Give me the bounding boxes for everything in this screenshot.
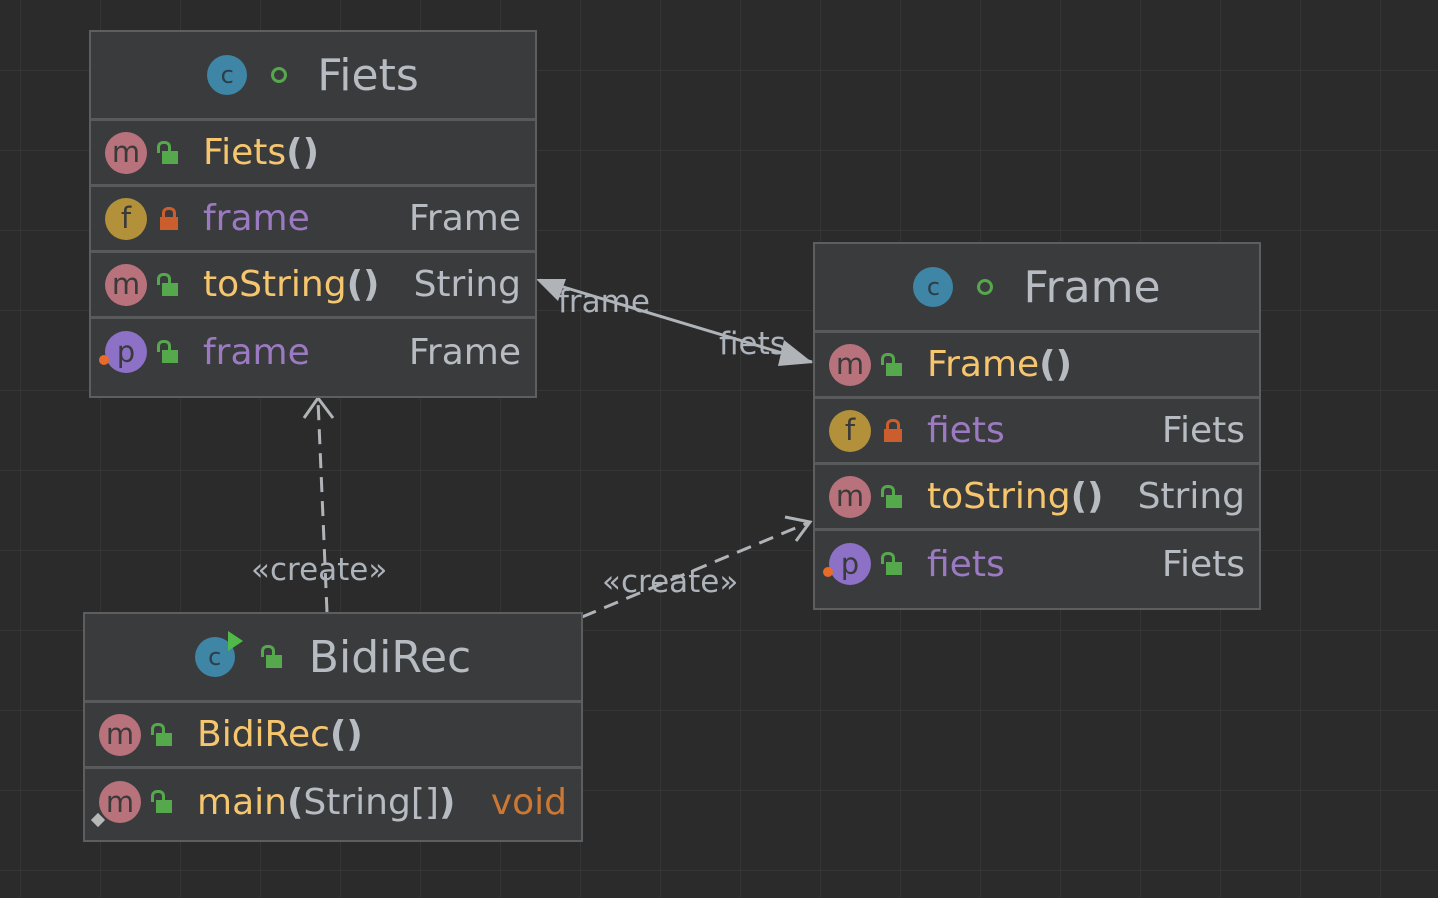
- member-type: void: [490, 781, 567, 823]
- runnable-class-icon: c: [194, 631, 243, 677]
- member-row-static-method[interactable]: m main(String[]) void: [85, 769, 581, 835]
- method-icon: m: [99, 713, 141, 756]
- public-lock-icon: [149, 788, 177, 816]
- class-header: c Frame: [815, 244, 1259, 333]
- association-arrowhead-fiets: [536, 279, 566, 301]
- create-edge-bidirec-fiets[interactable]: [316, 399, 329, 613]
- member-type: String: [1137, 476, 1245, 517]
- member-name: toString(): [203, 264, 380, 305]
- create-edge-bidirec-frame[interactable]: [581, 520, 811, 619]
- class-name: BidiRec: [308, 631, 472, 683]
- method-icon: m: [105, 263, 147, 306]
- run-triangle-icon: [227, 631, 243, 651]
- member-name: main(String[]): [197, 781, 456, 823]
- private-lock-icon: [879, 417, 907, 445]
- property-icon: p: [823, 543, 871, 585]
- public-lock-icon: [259, 643, 287, 671]
- property-dot-icon: [99, 355, 109, 365]
- package-visibility-icon: [977, 279, 994, 295]
- field-icon: f: [105, 197, 147, 240]
- member-name: fiets: [927, 543, 1005, 585]
- member-row-property[interactable]: p fiets Fiets: [815, 531, 1259, 597]
- static-marker-icon: [90, 812, 106, 828]
- member-name: Fiets(): [203, 132, 320, 173]
- public-lock-icon: [155, 139, 183, 167]
- create-label-frame: «create»: [602, 564, 738, 600]
- class-node-frame[interactable]: c Frame m Frame() f fiets Fiets m toStri…: [813, 242, 1261, 610]
- public-lock-icon: [879, 351, 907, 379]
- association-arrowhead-frame: [778, 340, 813, 366]
- member-row-method[interactable]: m toString() String: [91, 253, 535, 319]
- public-lock-icon: [155, 271, 183, 299]
- member-type: Fiets: [1161, 543, 1245, 585]
- method-icon: m: [90, 781, 141, 828]
- property-dot-icon: [823, 567, 833, 577]
- member-row-field[interactable]: f fiets Fiets: [815, 399, 1259, 465]
- member-row-method[interactable]: m toString() String: [815, 465, 1259, 531]
- public-lock-icon: [879, 483, 907, 511]
- class-header: c Fiets: [91, 32, 535, 121]
- public-lock-icon: [879, 550, 907, 578]
- member-name: frame: [203, 331, 310, 373]
- member-row-constructor[interactable]: m BidiRec(): [85, 703, 581, 769]
- class-icon: c: [913, 267, 954, 307]
- member-name: frame: [203, 198, 310, 239]
- property-icon: p: [99, 331, 147, 373]
- create-arrowhead-frame: [784, 515, 813, 542]
- public-lock-icon: [155, 338, 183, 366]
- class-icon: c: [207, 55, 248, 95]
- member-row-constructor[interactable]: m Fiets(): [91, 121, 535, 187]
- package-visibility-icon: [271, 67, 288, 83]
- member-type: Frame: [408, 198, 521, 239]
- association-label-fiets: fiets: [719, 326, 786, 362]
- member-name: Frame(): [927, 344, 1073, 385]
- member-name: toString(): [927, 476, 1104, 517]
- association-label-frame: frame: [558, 284, 650, 320]
- class-name: Frame: [1023, 261, 1161, 313]
- member-row-constructor[interactable]: m Frame(): [815, 333, 1259, 399]
- class-name: Fiets: [317, 49, 419, 101]
- private-lock-icon: [155, 205, 183, 233]
- member-type: String: [413, 264, 521, 305]
- association-edge[interactable]: [539, 278, 813, 364]
- member-type: Fiets: [1161, 410, 1245, 451]
- class-node-fiets[interactable]: c Fiets m Fiets() f frame Frame m toStri…: [89, 30, 537, 398]
- member-name: BidiRec(): [197, 714, 363, 755]
- create-label-fiets: «create»: [251, 552, 387, 588]
- method-icon: m: [105, 131, 147, 174]
- public-lock-icon: [149, 721, 177, 749]
- method-icon: m: [829, 343, 871, 386]
- member-name: fiets: [927, 410, 1005, 451]
- method-icon: m: [829, 475, 871, 518]
- create-arrowhead-fiets: [302, 395, 335, 419]
- class-header: c BidiRec: [85, 614, 581, 703]
- field-icon: f: [829, 409, 871, 452]
- member-type: Frame: [408, 331, 521, 373]
- member-row-property[interactable]: p frame Frame: [91, 319, 535, 385]
- member-row-field[interactable]: f frame Frame: [91, 187, 535, 253]
- class-node-bidirec[interactable]: c BidiRec m BidiRec() m main(String[]) v…: [83, 612, 583, 842]
